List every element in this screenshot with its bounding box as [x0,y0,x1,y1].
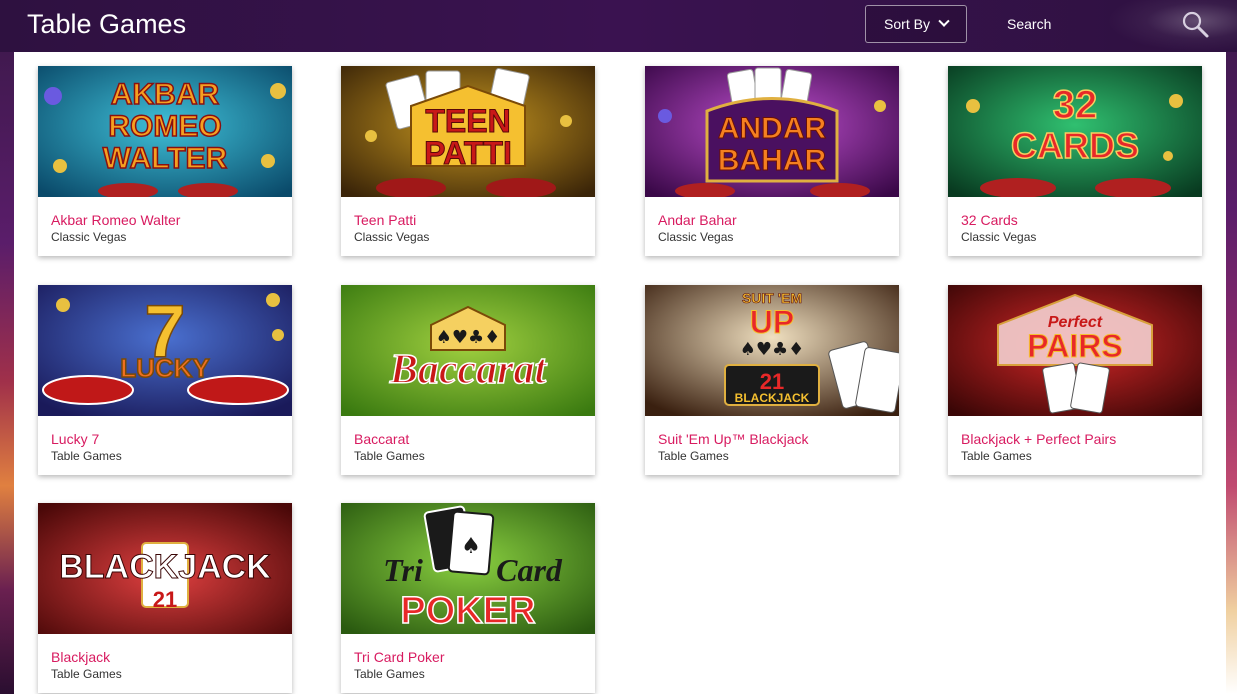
game-card-blackjack[interactable]: BLACKJACK 21 Blackjack Table Games [38,503,292,693]
svg-text:♠♥♣♦: ♠♥♣♦ [740,339,805,360]
game-title[interactable]: Suit 'Em Up™ Blackjack [658,431,809,447]
game-title[interactable]: 32 Cards [961,212,1018,228]
logo-line: ROMEO [108,110,221,143]
logo-line: WALTER [103,142,228,175]
game-title[interactable]: Lucky 7 [51,431,99,447]
logo-line: Card [496,552,563,588]
game-title[interactable]: Baccarat [354,431,409,447]
game-category: Table Games [658,449,729,463]
logo-line: POKER [400,590,535,632]
game-thumbnail[interactable]: ♠♥♣♦ Baccarat [341,285,595,416]
logo-line: Tri [383,552,423,588]
logo-line: AKBAR [111,78,220,111]
game-category: Classic Vegas [354,230,430,244]
sort-by-label: Sort By [884,16,930,32]
game-category: Classic Vegas [51,230,127,244]
game-category: Classic Vegas [658,230,734,244]
game-card-baccarat[interactable]: ♠♥♣♦ Baccarat Baccarat Table Games [341,285,595,475]
game-title[interactable]: Andar Bahar [658,212,737,228]
game-thumbnail[interactable]: 32 CARDS [948,66,1202,197]
background-right-glow [1225,0,1237,694]
game-thumbnail[interactable]: SUIT 'EM UP ♠♥♣♦ 21 BLACKJACK [645,285,899,416]
game-thumbnail[interactable]: TEEN PATTI [341,66,595,197]
game-category: Table Games [354,667,425,681]
game-thumbnail[interactable]: 7 LUCKY [38,285,292,416]
game-category: Table Games [354,449,425,463]
logo-line: BLACKJACK [735,391,810,405]
logo-line: PATTI [424,135,512,171]
game-category: Table Games [51,449,122,463]
game-title[interactable]: Teen Patti [354,212,416,228]
logo-line: BAHAR [718,144,827,177]
game-card-blackjack-perfect-pairs[interactable]: Perfect PAIRS Blackjack + Perfect Pairs … [948,285,1202,475]
logo-line: 32 [1053,83,1098,127]
game-card-andar-bahar[interactable]: ANDAR BAHAR Andar Bahar Classic Vegas [645,66,899,256]
logo-line: Baccarat [389,347,548,393]
game-thumbnail[interactable]: Perfect PAIRS [948,285,1202,416]
game-thumbnail[interactable]: AKBAR ROMEO WALTER [38,66,292,197]
game-title[interactable]: Blackjack [51,649,110,665]
game-card-teen-patti[interactable]: TEEN PATTI Teen Patti Classic Vegas [341,66,595,256]
background-left-glow [0,0,14,694]
game-thumbnail[interactable]: ♠ Tri Card POKER [341,503,595,634]
game-thumbnail[interactable]: BLACKJACK 21 [38,503,292,634]
svg-text:♠: ♠ [461,534,481,559]
logo-line: UP [750,304,794,340]
logo-line: 21 [153,587,177,612]
svg-text:♠♥♣♦: ♠♥♣♦ [436,327,501,348]
logo-line: ANDAR [718,112,827,145]
logo-line: LUCKY [120,353,210,383]
game-card-tri-card-poker[interactable]: ♠ Tri Card POKER Tri Card Poker Table Ga… [341,503,595,693]
header-light-burst [1107,0,1237,52]
game-card-lucky-7[interactable]: 7 LUCKY Lucky 7 Table Games [38,285,292,475]
game-title[interactable]: Akbar Romeo Walter [51,212,180,228]
page-header: Table Games Sort By Search [0,0,1237,52]
page-title: Table Games [27,9,187,39]
logo-line: BLACKJACK [59,548,271,586]
sort-by-button[interactable]: Sort By [865,5,967,43]
game-category: Classic Vegas [961,230,1037,244]
game-thumbnail[interactable]: ANDAR BAHAR [645,66,899,197]
game-title[interactable]: Tri Card Poker [354,649,445,665]
search-icon[interactable] [1180,9,1210,39]
game-card-akbar-romeo-walter[interactable]: AKBAR ROMEO WALTER Akbar Romeo Walter Cl… [38,66,292,256]
chevron-down-icon [938,15,950,27]
game-card-32-cards[interactable]: 32 CARDS 32 Cards Classic Vegas [948,66,1202,256]
game-card-suit-em-up-blackjack[interactable]: SUIT 'EM UP ♠♥♣♦ 21 BLACKJACK Suit 'Em U… [645,285,899,475]
logo-line: PAIRS [1027,328,1122,364]
games-grid: AKBAR ROMEO WALTER Akbar Romeo Walter Cl… [14,52,1226,694]
logo-line: CARDS [1011,125,1139,166]
game-title[interactable]: Blackjack + Perfect Pairs [961,431,1116,447]
logo-line: TEEN [425,103,510,139]
search-label[interactable]: Search [1007,16,1051,32]
game-category: Table Games [961,449,1032,463]
game-category: Table Games [51,667,122,681]
